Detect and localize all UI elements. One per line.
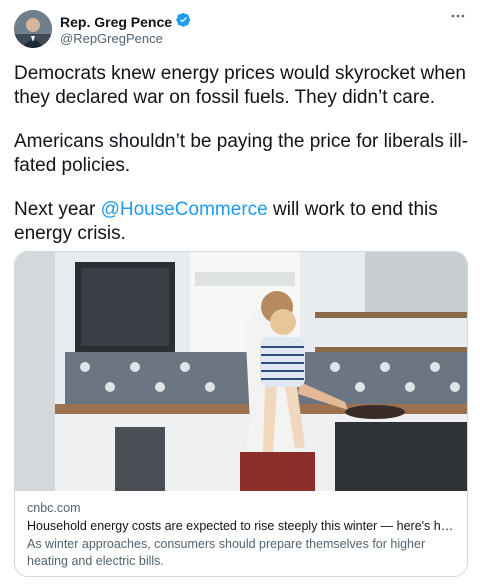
tweet-text-segment: Next year bbox=[14, 199, 101, 220]
card-image[interactable] bbox=[15, 252, 467, 491]
card-description: As winter approaches, consumers should p… bbox=[27, 537, 426, 568]
mention-link[interactable]: @HouseCommerce bbox=[101, 199, 268, 220]
author-display-name[interactable]: Rep. Greg Pence bbox=[60, 14, 172, 30]
verified-badge-icon bbox=[176, 12, 191, 32]
tweet-paragraph: Democrats knew energy prices would skyro… bbox=[14, 63, 466, 108]
tweet-paragraph: Next year @HouseCommerce will work to en… bbox=[14, 198, 470, 246]
tweet-text: Democrats knew energy prices would skyro… bbox=[14, 62, 470, 266]
author-name-row: Rep. Greg Pence bbox=[60, 12, 191, 32]
more-options-icon[interactable] bbox=[450, 8, 466, 29]
avatar[interactable] bbox=[14, 10, 52, 48]
card-meta: cnbc.com Household energy costs are expe… bbox=[15, 491, 467, 570]
author-handle[interactable]: @RepGregPence bbox=[60, 31, 163, 46]
card-domain: cnbc.com bbox=[27, 501, 81, 515]
card-title[interactable]: Household energy costs are expected to r… bbox=[27, 517, 455, 535]
tweet-paragraph: Americans shouldn’t be paying the price … bbox=[14, 131, 469, 176]
link-card[interactable]: cnbc.com Household energy costs are expe… bbox=[14, 251, 468, 577]
